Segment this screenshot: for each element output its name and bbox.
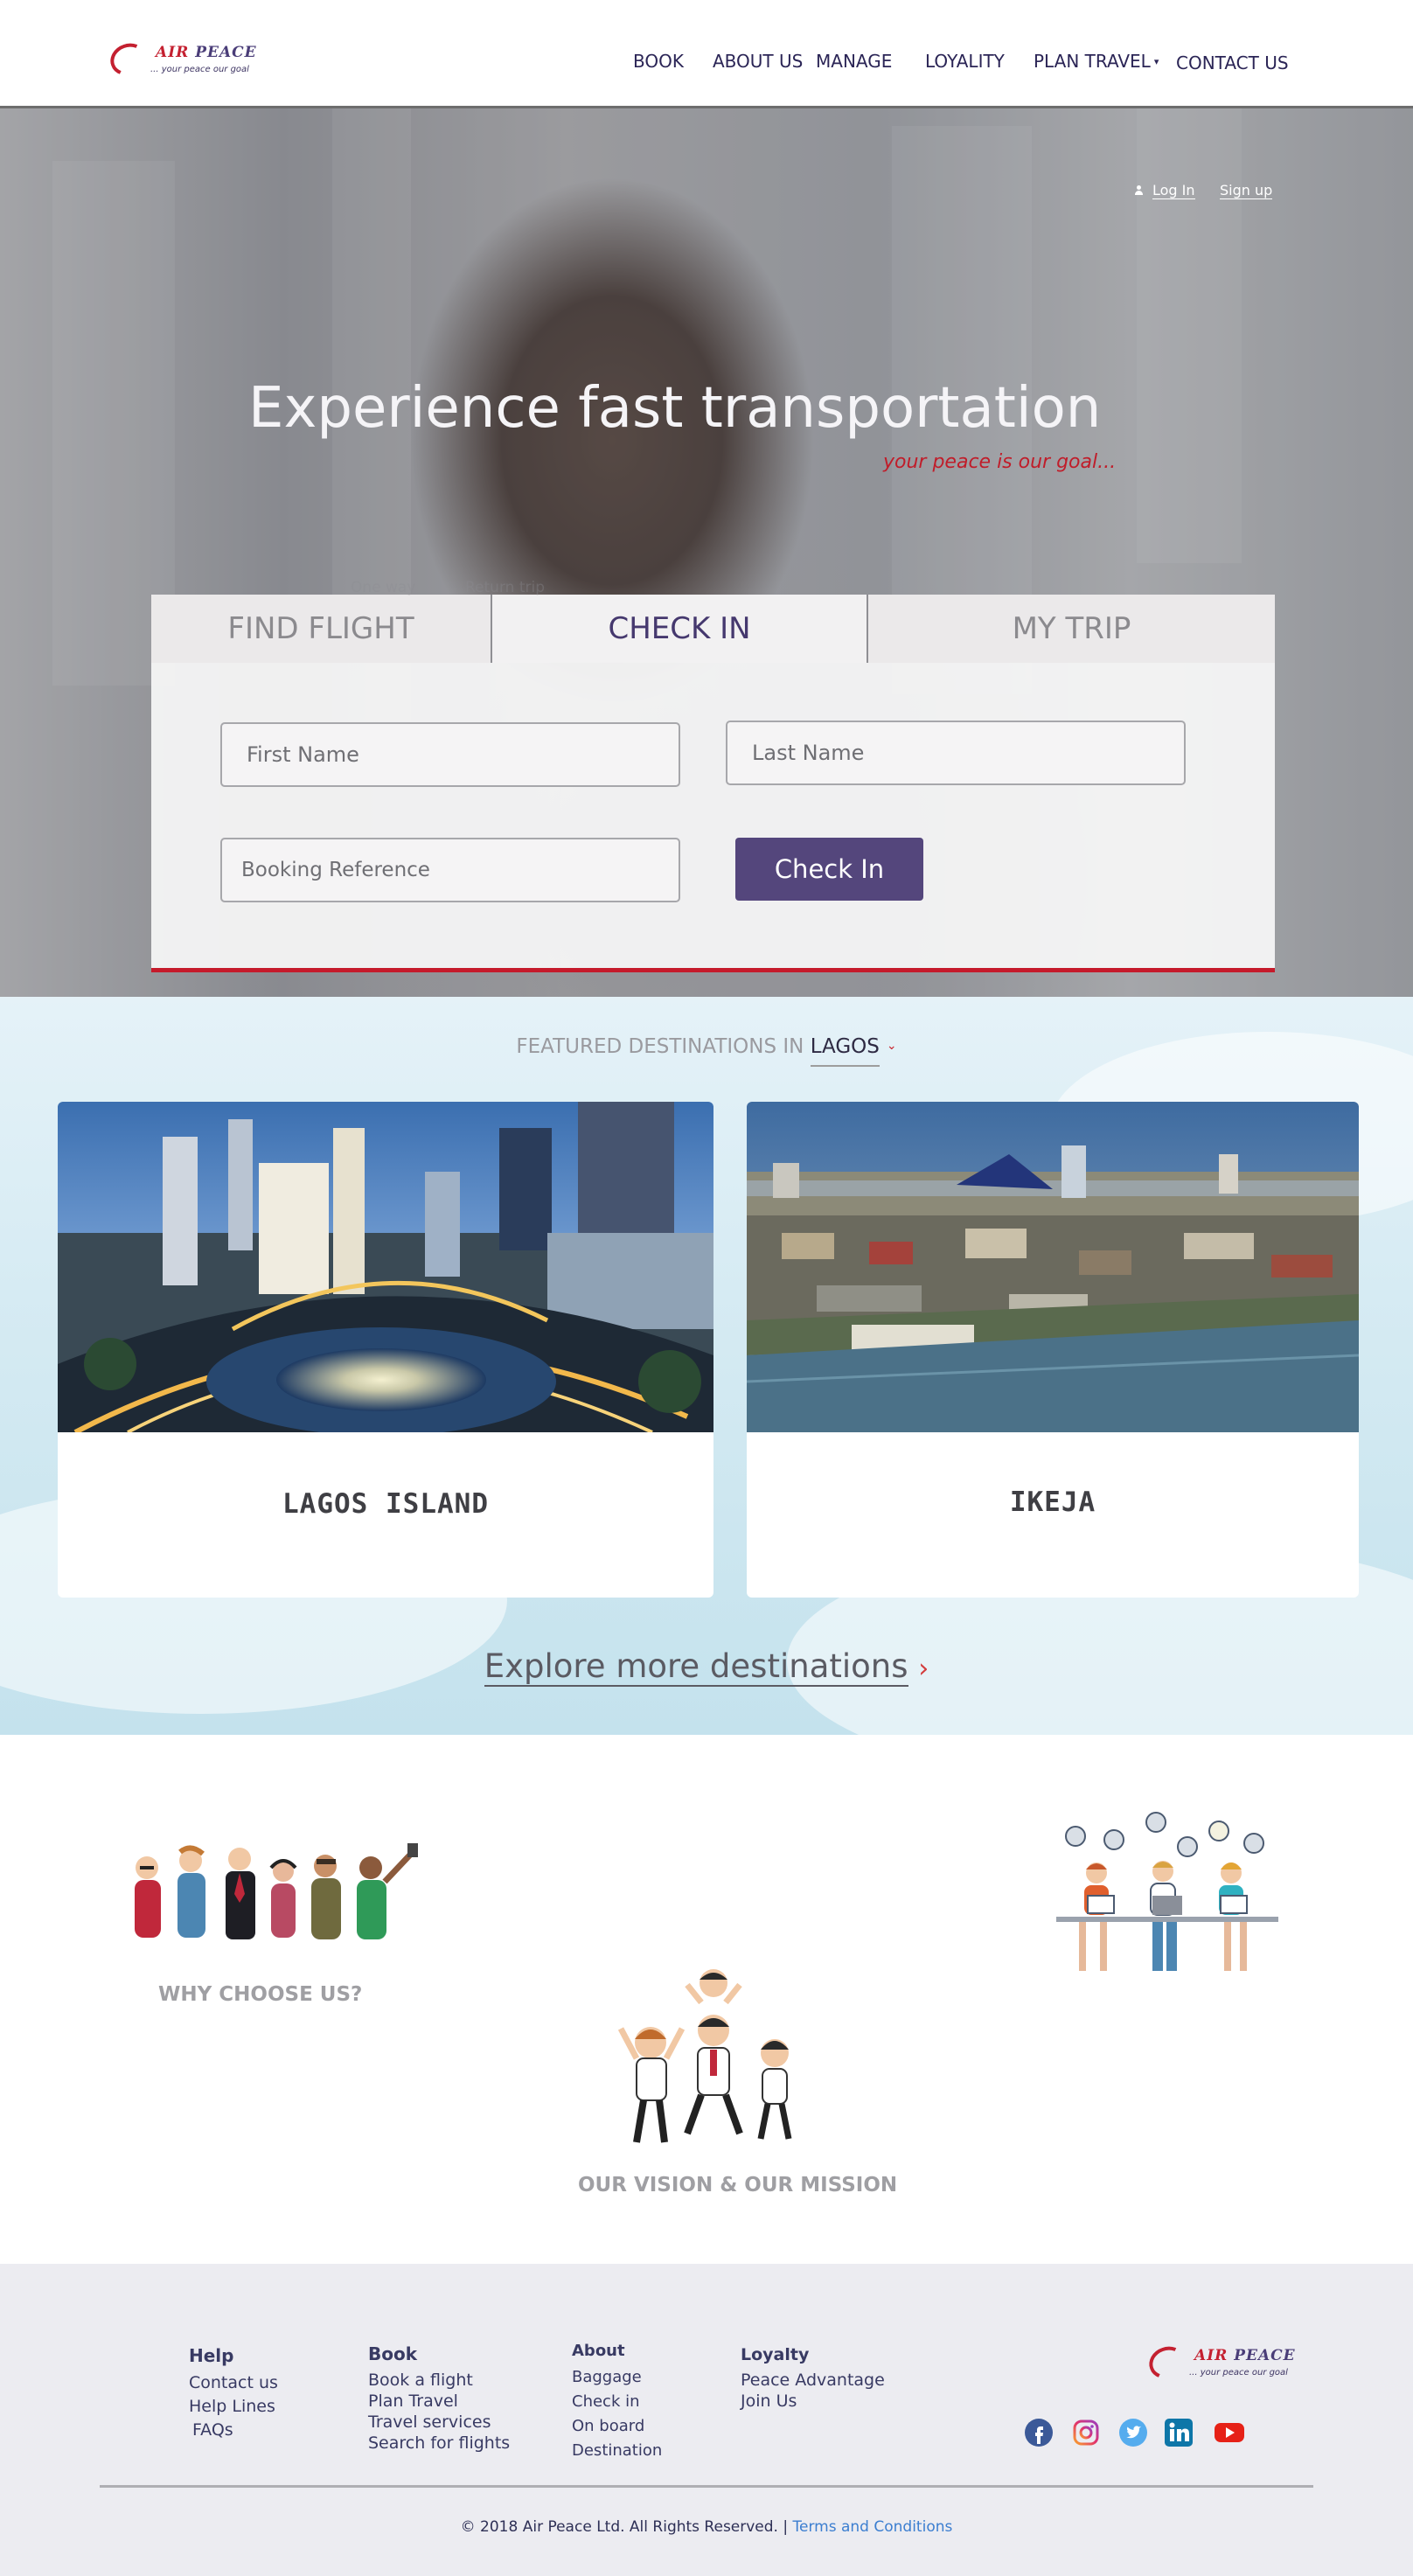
footer-link-contact-us[interactable]: Contact us	[189, 2371, 278, 2395]
destination-title-ikeja: IKEJA	[1009, 1486, 1096, 1518]
nav-manage[interactable]: MANAGE	[816, 51, 892, 72]
explore-destinations-link[interactable]: Explore more destinations	[484, 1647, 908, 1687]
footer-heading-about: About	[572, 2342, 625, 2360]
login-link[interactable]: Log In	[1152, 182, 1195, 199]
nav-book[interactable]: BOOK	[633, 51, 684, 72]
featured-destinations-section: FEATURED DESTINATIONS IN LAGOS ⌄ LAGOS I…	[0, 997, 1413, 1735]
featured-heading: FEATURED DESTINATIONS IN LAGOS ⌄	[0, 1035, 1413, 1067]
ghost-return-label: Return trip	[465, 579, 545, 596]
twitter-icon[interactable]	[1119, 2419, 1147, 2447]
logo-brand-text: AIR PEACE	[156, 44, 257, 61]
why-choose-us-link[interactable]: WHY CHOOSE US?	[158, 1983, 362, 2006]
air-peace-footer-logo[interactable]: AIR PEACE ... your peace our goal	[1145, 2341, 1298, 2385]
hero-banner: Log In Sign up Experience fast transport…	[0, 108, 1413, 997]
footer-link-join-us[interactable]: Join Us	[741, 2391, 885, 2412]
facebook-icon[interactable]	[1025, 2419, 1053, 2447]
check-in-button[interactable]: Check In	[735, 838, 923, 901]
city-waterfront-photo	[747, 1102, 1359, 1432]
footer-link-faqs[interactable]: FAQs	[192, 2419, 278, 2442]
booking-tabs: FIND FLIGHT CHECK IN MY TRIP	[151, 595, 1275, 663]
ghost-one-way-label: One way	[351, 579, 416, 596]
chevron-right-icon[interactable]: ›	[918, 1654, 929, 1684]
youtube-icon[interactable]	[1214, 2419, 1245, 2447]
user-icon	[1135, 185, 1143, 196]
footer-link-plan-travel[interactable]: Plan Travel	[368, 2391, 510, 2412]
footer-link-search-flights[interactable]: Search for flights	[368, 2433, 510, 2454]
footer-column-about: About Baggage Check in On board Destinat…	[572, 2342, 662, 2463]
footer-link-peace-advantage[interactable]: Peace Advantage	[741, 2370, 885, 2391]
tab-find-flight[interactable]: FIND FLIGHT	[151, 595, 492, 663]
booking-widget: FIND FLIGHT CHECK IN MY TRIP Check In	[151, 595, 1275, 972]
nav-about-us[interactable]: ABOUT US	[713, 51, 803, 72]
signup-link[interactable]: Sign up	[1220, 182, 1273, 199]
footer-link-help-lines[interactable]: Help Lines	[189, 2395, 278, 2419]
logo-swoosh-icon	[1145, 2341, 1190, 2385]
city-selector[interactable]: LAGOS	[810, 1035, 880, 1067]
logo-brand-text: AIR PEACE	[1194, 2347, 1296, 2364]
city-night-photo	[58, 1102, 713, 1432]
hero-title: Experience fast transportation	[248, 376, 1102, 441]
copyright-text: © 2018 Air Peace Ltd. All Rights Reserve…	[460, 2518, 778, 2536]
footer-column-book: Book Book a flight Plan Travel Travel se…	[368, 2343, 510, 2454]
featured-heading-prefix: FEATURED DESTINATIONS IN	[516, 1035, 804, 1058]
copyright-row: © 2018 Air Peace Ltd. All Rights Reserve…	[0, 2518, 1413, 2536]
tab-check-in[interactable]: CHECK IN	[492, 595, 868, 663]
destination-image-lagos-island	[58, 1102, 713, 1432]
footer-column-loyalty: Loyalty Peace Advantage Join Us	[741, 2345, 885, 2412]
nav-loyality[interactable]: LOYALITY	[925, 51, 1005, 72]
footer-divider	[100, 2485, 1313, 2488]
last-name-input[interactable]	[726, 721, 1186, 785]
footer-link-on-board[interactable]: On board	[572, 2414, 662, 2439]
top-navbar: AIR PEACE ... your peace our goal BOOK A…	[0, 0, 1413, 108]
footer-link-baggage[interactable]: Baggage	[572, 2365, 662, 2390]
person-icon	[135, 1856, 161, 1938]
team-people-illustration	[135, 1843, 418, 1939]
office-workers-illustration	[1056, 1812, 1278, 1971]
footer-heading-loyalty: Loyalty	[741, 2345, 810, 2364]
footer-link-check-in[interactable]: Check in	[572, 2390, 662, 2414]
chevron-down-icon[interactable]: ⌄	[887, 1039, 897, 1053]
first-name-input[interactable]	[220, 722, 680, 787]
hero-subtitle: your peace is our goal...	[883, 451, 1117, 473]
tab-my-trip[interactable]: MY TRIP	[868, 595, 1275, 663]
footer-link-destination[interactable]: Destination	[572, 2439, 662, 2463]
footer-link-book-a-flight[interactable]: Book a flight	[368, 2370, 510, 2391]
booking-reference-input[interactable]	[220, 838, 680, 902]
logo-swoosh-icon	[106, 38, 151, 81]
footer-heading-book: Book	[368, 2343, 418, 2364]
explore-destinations-row: Explore more destinations ›	[0, 1647, 1413, 1687]
nav-plan-travel-label: PLAN TRAVEL	[1034, 51, 1151, 72]
destination-card-lagos-island[interactable]: LAGOS ISLAND	[58, 1102, 713, 1598]
terms-link[interactable]: Terms and Conditions	[793, 2518, 953, 2536]
cheering-team-illustration	[617, 1969, 792, 2143]
linkedin-icon[interactable]	[1165, 2419, 1193, 2447]
nav-contact-us[interactable]: CONTACT US	[1176, 52, 1289, 73]
destination-card-ikeja[interactable]: IKEJA	[747, 1102, 1359, 1598]
air-peace-logo[interactable]: AIR PEACE ... your peace our goal	[106, 38, 259, 81]
footer-heading-help: Help	[189, 2345, 234, 2366]
vision-mission-link[interactable]: OUR VISION & OUR MISSION	[578, 2174, 897, 2197]
logo-tagline: ... your peace our goal	[1189, 2368, 1288, 2378]
copyright-separator: |	[783, 2518, 789, 2536]
instagram-icon[interactable]	[1072, 2419, 1100, 2447]
footer-link-travel-services[interactable]: Travel services	[368, 2412, 510, 2433]
nav-plan-travel[interactable]: PLAN TRAVEL ▾	[1034, 51, 1159, 72]
footer-column-help: Help Contact us Help Lines FAQs	[189, 2345, 278, 2442]
destination-image-ikeja	[747, 1102, 1359, 1432]
chevron-down-icon: ▾	[1153, 56, 1159, 67]
destination-title-lagos-island: LAGOS ISLAND	[282, 1488, 489, 1520]
logo-tagline: ... your peace our goal	[150, 65, 249, 74]
